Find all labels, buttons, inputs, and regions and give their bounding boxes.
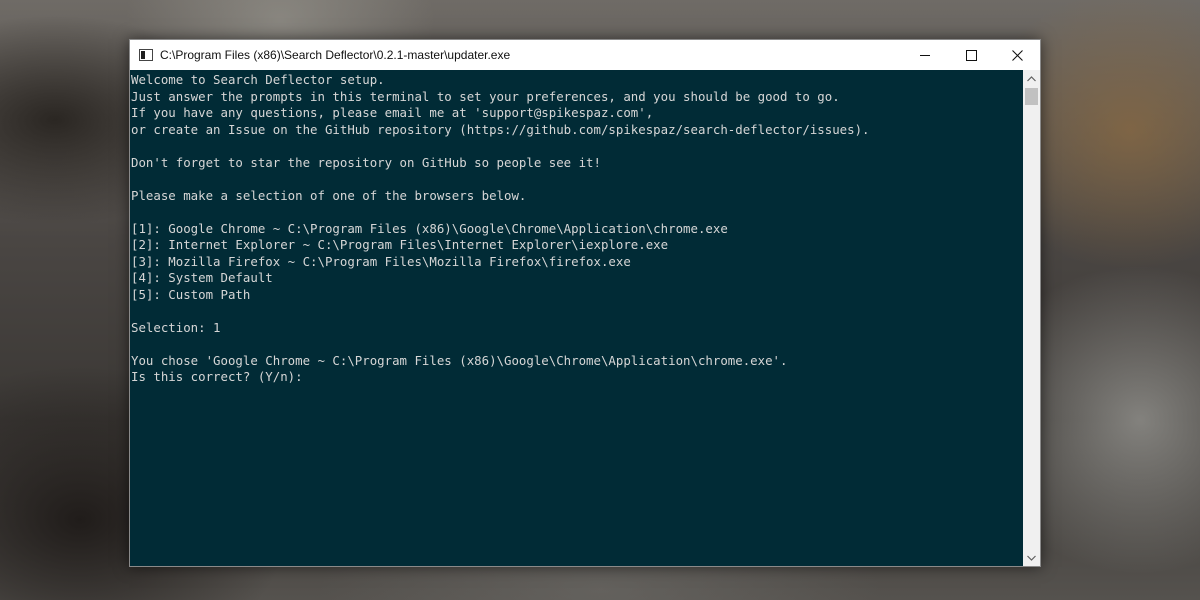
vertical-scrollbar[interactable]: [1023, 70, 1040, 566]
terminal-line: [1]: Google Chrome ~ C:\Program Files (x…: [131, 220, 728, 236]
terminal-line: [5]: Custom Path: [131, 286, 251, 302]
terminal-line: You chose 'Google Chrome ~ C:\Program Fi…: [131, 352, 788, 368]
terminal-line: Please make a selection of one of the br…: [131, 187, 527, 203]
terminal-line: or create an Issue on the GitHub reposit…: [131, 121, 870, 137]
terminal-output[interactable]: Welcome to Search Deflector setup. Just a…: [130, 70, 1023, 566]
minimize-icon: [919, 54, 930, 56]
terminal-line: If you have any questions, please email …: [131, 105, 654, 120]
scroll-up-button[interactable]: [1023, 70, 1040, 87]
chevron-up-icon: [1027, 75, 1036, 81]
window-title: C:\Program Files (x86)\Search Deflector\…: [160, 48, 511, 62]
terminal-line: [2]: Internet Explorer ~ C:\Program File…: [131, 237, 669, 252]
minimize-button[interactable]: [902, 40, 948, 70]
terminal-line: Is this correct? (Y/n):: [131, 369, 311, 384]
close-button[interactable]: [994, 40, 1040, 70]
terminal-line: Welcome to Search Deflector setup.: [131, 72, 385, 87]
terminal-line: Selection: 1: [131, 319, 221, 335]
maximize-button[interactable]: [948, 40, 994, 70]
console-window: C:\Program Files (x86)\Search Deflector\…: [129, 39, 1041, 567]
terminal-line: Don't forget to star the repository on G…: [131, 154, 601, 170]
scroll-down-button[interactable]: [1023, 549, 1040, 566]
chevron-down-icon: [1027, 555, 1036, 561]
maximize-icon: [965, 49, 977, 61]
close-icon: [1011, 49, 1023, 61]
terminal-line: [3]: Mozilla Firefox ~ C:\Program Files\…: [131, 253, 631, 269]
scroll-thumb[interactable]: [1025, 88, 1038, 105]
terminal-line: [4]: System Default: [131, 270, 273, 285]
window-controls: [902, 40, 1040, 70]
title-bar[interactable]: C:\Program Files (x86)\Search Deflector\…: [130, 40, 1040, 70]
console-icon: [139, 49, 153, 61]
terminal-line: Just answer the prompts in this terminal…: [131, 88, 840, 104]
